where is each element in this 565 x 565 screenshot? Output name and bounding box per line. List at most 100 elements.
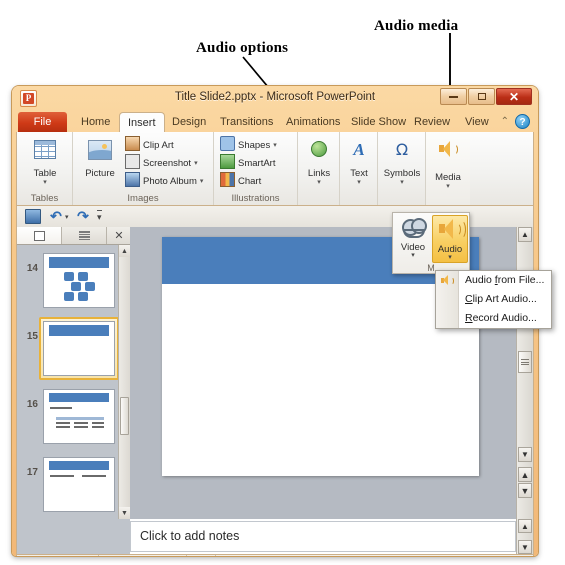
undo-arrow[interactable]: ▾: [65, 213, 69, 221]
clip-art-button[interactable]: Clip Art: [125, 136, 174, 153]
undo-icon[interactable]: ↶: [48, 209, 64, 224]
menu-item-record-audio[interactable]: Record Audio...: [436, 309, 551, 328]
photo-album-arrow[interactable]: ▾: [200, 178, 204, 185]
thumbnail-slide-16[interactable]: 16: [21, 389, 118, 447]
tab-review[interactable]: Review: [406, 112, 458, 132]
ribbon-group-media: Media ▾: [426, 132, 470, 205]
editor-scroll-up[interactable]: ▲: [518, 227, 532, 242]
tab-transitions[interactable]: Transitions: [212, 112, 281, 132]
text-dropdown-arrow[interactable]: ▾: [336, 179, 382, 186]
video-button[interactable]: Video ▾: [395, 215, 431, 259]
menu-label-post: lip Art Audio...: [472, 293, 537, 305]
symbols-button[interactable]: Ω Symbols ▾: [379, 137, 425, 187]
tab-slide-show[interactable]: Slide Show: [343, 112, 414, 132]
ribbon-group-tables: Table ▾ Tables: [17, 132, 73, 205]
slides-tab[interactable]: [17, 227, 62, 244]
audio-speaker-icon: [436, 219, 466, 243]
menu-item-audio-from-file[interactable]: Audio from File...: [436, 271, 551, 290]
menu-label-pre: Audio: [465, 274, 495, 286]
thumbnail-scroll-thumb[interactable]: [120, 397, 129, 435]
media-dropdown-arrow[interactable]: ▾: [425, 183, 471, 190]
slide-indicator: Slide 15 of 17: [17, 555, 100, 556]
ribbon-body: Table ▾ Tables Picture Clip Art Screensh…: [16, 132, 534, 206]
normal-view-button[interactable]: [264, 555, 284, 556]
shapes-icon: [220, 136, 235, 151]
table-button[interactable]: Table ▾: [22, 137, 68, 186]
ribbon-group-text: A Text ▾: [340, 132, 378, 205]
tab-animations[interactable]: Animations: [278, 112, 348, 132]
symbols-label: Symbols: [383, 168, 421, 179]
theme-name[interactable]: "Office Theme": [99, 555, 187, 556]
outline-tab[interactable]: [62, 227, 107, 244]
audio-button[interactable]: Audio ▾: [432, 215, 468, 263]
thumbnail-scroll-down[interactable]: ▼: [119, 507, 130, 519]
tab-insert[interactable]: Insert: [119, 112, 165, 132]
picture-button[interactable]: Picture: [77, 137, 123, 179]
close-button[interactable]: ✕: [496, 88, 532, 105]
slide-preview: [43, 321, 115, 376]
resize-grip[interactable]: [521, 555, 531, 556]
audio-dropdown-arrow[interactable]: ▾: [433, 254, 467, 261]
smartart-button[interactable]: SmartArt: [220, 154, 275, 171]
chart-button[interactable]: Chart: [220, 172, 261, 189]
thumbnail-scrollbar[interactable]: ▲ ▼: [118, 245, 130, 519]
symbols-dropdown-arrow[interactable]: ▾: [379, 179, 425, 186]
text-label: Text: [350, 168, 368, 179]
clip-art-icon: [125, 136, 140, 151]
close-icon: ✕: [508, 89, 520, 104]
slide-number: 14: [26, 263, 38, 274]
slide-thumbnail-pane: ✕ 14 15 16 17 ▲ ▼: [17, 227, 130, 519]
previous-slide-button[interactable]: ▲: [518, 467, 532, 482]
photo-album-icon: [125, 172, 140, 187]
save-icon[interactable]: [25, 209, 41, 224]
spellcheck-button[interactable]: ✓: [187, 555, 216, 556]
notes-scroll-down[interactable]: ▼: [518, 540, 532, 554]
next-slide-button[interactable]: ▼: [518, 483, 532, 498]
minimize-button[interactable]: [440, 88, 467, 105]
shapes-button[interactable]: Shapes ▾: [220, 136, 277, 153]
notes-placeholder: Click to add notes: [140, 529, 240, 543]
editor-scroll-down[interactable]: ▼: [518, 447, 532, 462]
thumbnail-scroll-up[interactable]: ▲: [119, 245, 130, 257]
window-controls: ✕: [440, 88, 532, 105]
help-icon[interactable]: ?: [515, 114, 530, 129]
media-dropdown-panel: Video ▾ Audio ▾ M: [392, 212, 470, 274]
notes-scrollbar[interactable]: ▲ ▼: [516, 519, 533, 554]
shapes-arrow[interactable]: ▾: [273, 142, 277, 149]
screenshot-label: Screenshot: [143, 158, 192, 169]
collapse-ribbon-icon[interactable]: ⌃: [501, 116, 509, 127]
tab-home[interactable]: Home: [73, 112, 118, 132]
close-pane-button[interactable]: ✕: [108, 227, 130, 244]
table-icon: [30, 137, 60, 167]
tab-file[interactable]: File: [18, 112, 67, 132]
thumbnail-slide-17[interactable]: 17: [21, 457, 118, 515]
redo-icon[interactable]: ↷: [75, 209, 91, 224]
slide-number: 15: [26, 331, 38, 342]
customize-qat-icon[interactable]: ▾: [97, 210, 102, 223]
screenshot-arrow[interactable]: ▾: [194, 160, 198, 167]
tab-design[interactable]: Design: [164, 112, 214, 132]
screenshot-root: Audio options Audio media P Title Slide2…: [0, 0, 565, 565]
editor-scroll-thumb[interactable]: [518, 351, 532, 373]
media-button[interactable]: Media ▾: [425, 137, 471, 190]
video-dropdown-arrow[interactable]: ▾: [395, 252, 431, 259]
thumbnail-slide-14[interactable]: 14: [21, 253, 118, 311]
tab-view[interactable]: View: [457, 112, 497, 132]
clip-art-label: Clip Art: [143, 140, 174, 151]
media-label: Media: [435, 172, 461, 183]
menu-item-clip-art-audio[interactable]: Clip Art Audio...: [436, 290, 551, 309]
table-dropdown-arrow[interactable]: ▾: [22, 179, 68, 186]
thumbnail-slide-15[interactable]: 15: [21, 317, 118, 380]
screenshot-button[interactable]: Screenshot ▾: [125, 154, 198, 171]
ribbon-group-illustrations: Shapes ▾ SmartArt Chart Illustrations: [214, 132, 298, 205]
notes-input[interactable]: Click to add notes: [130, 521, 516, 552]
group-label-illustrations: Illustrations: [231, 193, 280, 204]
photo-album-button[interactable]: Photo Album ▾: [125, 172, 203, 189]
outline-tab-icon: [78, 231, 90, 240]
restore-button[interactable]: [468, 88, 495, 105]
status-bar: Slide 15 of 17 "Office Theme" ✓: [16, 554, 534, 556]
text-button[interactable]: A Text ▾: [336, 137, 382, 187]
links-icon: [304, 137, 334, 167]
notes-scroll-up[interactable]: ▲: [518, 519, 532, 533]
annotation-audio-media: Audio media: [374, 18, 459, 34]
